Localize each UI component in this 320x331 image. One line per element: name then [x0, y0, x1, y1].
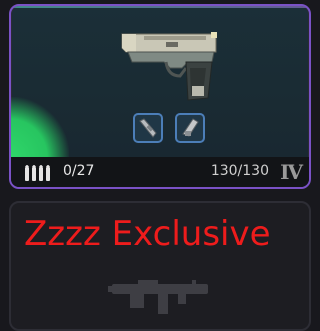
- barrel-attachment-icon: [139, 118, 157, 138]
- ammo-icon: [25, 165, 50, 181]
- weapon-stats-bar: 0/27 130/130 IV: [11, 157, 309, 187]
- rifle-icon: [108, 280, 208, 314]
- attachment-slot-grip[interactable]: [175, 113, 205, 143]
- tier-badge: IV: [280, 160, 303, 184]
- durability-value: 130/130: [210, 163, 269, 179]
- ammo-count: 0/27: [63, 163, 95, 179]
- pistol-icon: [121, 32, 217, 101]
- weapon-card[interactable]: 0/27 130/130 IV: [9, 4, 311, 189]
- card-rim: [11, 6, 309, 8]
- exclusive-label: Zzzz Exclusive: [24, 214, 271, 254]
- grip-attachment-icon: [182, 118, 199, 137]
- rarity-indicator: [11, 97, 69, 157]
- attachment-slot-barrel[interactable]: [133, 113, 163, 143]
